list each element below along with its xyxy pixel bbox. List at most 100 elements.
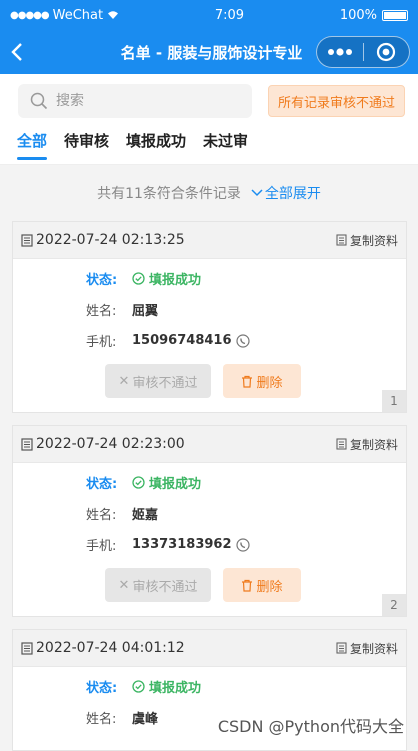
record-datetime: 2022-07-24 02:23:00	[36, 436, 185, 452]
check-circle-icon	[132, 272, 145, 285]
phone-field: 手机: 15096748416	[13, 325, 406, 356]
card-date: 2022-07-24 02:13:25	[21, 232, 185, 248]
watermark: CSDN @Python代码大全	[217, 717, 404, 736]
status-label: 状态:	[86, 681, 118, 696]
document-icon	[21, 641, 33, 655]
search-input[interactable]	[54, 92, 238, 110]
record-card: 2022-07-24 02:23:00 复制资料 状态: 填报成功 姓名: 姬嘉…	[12, 425, 407, 617]
copy-info-button[interactable]: 复制资料	[336, 640, 398, 657]
search-icon	[30, 92, 48, 110]
name-field: 姓名: 屈翼	[13, 294, 406, 325]
status-label: 状态:	[86, 273, 118, 288]
more-dots-icon	[327, 48, 352, 56]
status-value: 填报成功	[149, 477, 202, 492]
record-index: 2	[382, 594, 406, 616]
expand-all-label: 全部展开	[264, 186, 321, 202]
record-count-text: 共有11条符合条件记录	[97, 186, 241, 202]
name-label: 姓名:	[86, 304, 117, 319]
phone-value: 15096748416	[132, 333, 232, 348]
battery-info: 100%	[340, 8, 408, 23]
record-index: 1	[382, 390, 406, 412]
delete-button[interactable]: 删除	[223, 364, 301, 398]
check-circle-icon	[132, 476, 145, 489]
chevron-left-icon	[11, 43, 22, 61]
delete-button[interactable]: 删除	[223, 568, 301, 602]
status-tabs: 全部 待审核 填报成功 未过审	[0, 118, 418, 165]
copy-icon	[336, 438, 347, 450]
reject-button[interactable]: ✕ 审核不通过	[105, 568, 211, 602]
card-date: 2022-07-24 04:01:12	[21, 640, 185, 656]
status-badge: 填报成功	[132, 473, 201, 492]
nav-bar: 名单 - 服装与服饰设计专业	[0, 30, 418, 74]
card-header: 2022-07-24 04:01:12 复制资料	[13, 630, 406, 667]
name-label: 姓名:	[86, 712, 117, 727]
status-field: 状态: 填报成功	[13, 671, 406, 702]
status-value: 填报成功	[149, 681, 202, 696]
card-header: 2022-07-24 02:13:25 复制资料	[13, 222, 406, 259]
delete-label: 删除	[256, 375, 283, 391]
status-field: 状态: 填报成功	[13, 263, 406, 294]
phone-value-group: 13373183962	[132, 537, 250, 552]
phone-label: 手机:	[86, 335, 117, 350]
reject-all-button[interactable]: 所有记录审核不通过	[268, 85, 406, 117]
copy-info-button[interactable]: 复制资料	[336, 436, 398, 453]
record-datetime: 2022-07-24 02:13:25	[36, 232, 185, 248]
record-card: 2022-07-24 02:13:25 复制资料 状态: 填报成功 姓名: 屈翼…	[12, 221, 407, 413]
status-field: 状态: 填报成功	[13, 467, 406, 498]
document-icon	[21, 233, 33, 247]
wifi-icon	[108, 11, 119, 19]
phone-call-icon[interactable]	[235, 333, 250, 348]
signal-icon: ●●●●●	[10, 9, 50, 21]
card-body: 状态: 填报成功 姓名: 屈翼 手机: 15096748416 ✕ 审核不通过	[13, 259, 406, 412]
reject-button[interactable]: ✕ 审核不通过	[105, 364, 211, 398]
back-button[interactable]	[0, 30, 34, 74]
close-icon: ✕	[118, 577, 130, 593]
status-value: 填报成功	[149, 273, 202, 288]
clock: 7:09	[214, 7, 245, 23]
reject-label: 审核不通过	[132, 579, 198, 595]
tab-rejected[interactable]: 未过审	[203, 118, 248, 164]
search-box[interactable]	[18, 84, 252, 118]
phone-label: 手机:	[86, 539, 117, 554]
delete-label: 删除	[256, 579, 283, 595]
status-badge: 填报成功	[132, 677, 201, 696]
check-circle-icon	[132, 680, 145, 693]
tab-all[interactable]: 全部	[17, 118, 48, 164]
copy-label: 复制资料	[349, 437, 398, 452]
tab-pending[interactable]: 待审核	[64, 118, 109, 164]
name-label: 姓名:	[86, 508, 117, 523]
mini-program-capsule	[316, 36, 410, 68]
record-datetime: 2022-07-24 04:01:12	[36, 640, 185, 656]
phone-value-group: 15096748416	[132, 333, 250, 348]
trash-icon	[242, 375, 253, 388]
filter-panel: 所有记录审核不通过 全部 待审核 填报成功 未过审	[0, 74, 418, 165]
target-icon	[377, 42, 396, 62]
battery-percent: 100%	[339, 7, 377, 23]
phone-call-icon[interactable]	[235, 537, 250, 552]
summary-row: 共有11条符合条件记录 全部展开	[0, 165, 418, 221]
card-actions: ✕ 审核不通过 删除	[13, 568, 406, 602]
tab-success[interactable]: 填报成功	[126, 118, 186, 164]
expand-all-link[interactable]: 全部展开	[251, 183, 321, 203]
close-program-button[interactable]	[364, 37, 410, 67]
copy-info-button[interactable]: 复制资料	[336, 232, 398, 249]
more-button[interactable]	[317, 37, 363, 67]
status-bar: ●●●●● WeChat 7:09 100%	[0, 0, 418, 30]
phone-field: 手机: 13373183962	[13, 529, 406, 560]
reject-label: 审核不通过	[132, 375, 198, 391]
search-row: 所有记录审核不通过	[0, 84, 418, 118]
trash-icon	[242, 579, 253, 592]
name-value: 虞峰	[132, 712, 159, 727]
battery-icon	[382, 9, 408, 21]
name-value: 姬嘉	[132, 508, 159, 523]
copy-label: 复制资料	[349, 641, 398, 656]
card-actions: ✕ 审核不通过 删除	[13, 364, 406, 398]
phone-value: 13373183962	[132, 537, 232, 552]
carrier-name: WeChat	[52, 7, 104, 23]
copy-label: 复制资料	[349, 233, 398, 248]
carrier-info: ●●●●● WeChat	[10, 8, 119, 23]
name-field: 姓名: 姬嘉	[13, 498, 406, 529]
close-icon: ✕	[118, 373, 130, 389]
chevron-down-icon	[251, 189, 263, 197]
status-label: 状态:	[86, 477, 118, 492]
